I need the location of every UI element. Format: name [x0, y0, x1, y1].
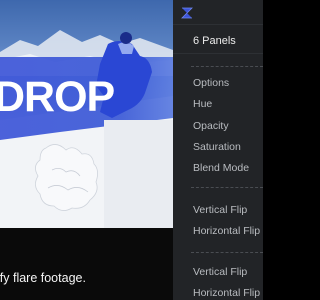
video-preview: DROP [0, 0, 173, 228]
header-separator [173, 24, 263, 25]
section-divider [191, 66, 263, 67]
panel-count-title: 6 Panels [193, 35, 236, 47]
section-divider [191, 252, 263, 253]
menu-item-blend-mode[interactable]: Blend Mode [193, 162, 249, 174]
menu-item-options[interactable]: Options [193, 77, 229, 89]
drop-title-text: DROP [0, 73, 115, 121]
menu-item-vertical-flip-2[interactable]: Vertical Flip [193, 266, 247, 278]
menu-item-hue[interactable]: Hue [193, 98, 212, 110]
menu-item-horizontal-flip[interactable]: Horizontal Flip [193, 225, 260, 237]
preview-caption: ify flare footage. [0, 271, 86, 285]
menu-item-saturation[interactable]: Saturation [193, 141, 241, 153]
section-divider [191, 187, 263, 188]
menu-item-opacity[interactable]: Opacity [193, 120, 229, 132]
caption-area [0, 228, 173, 300]
menu-item-vertical-flip[interactable]: Vertical Flip [193, 204, 247, 216]
menu-item-horizontal-flip-2[interactable]: Horizontal Flip [193, 287, 260, 299]
panel-header [173, 0, 263, 24]
hourglass-logo-icon[interactable] [181, 7, 193, 19]
title-separator [173, 53, 263, 54]
effects-panel: 6 Panels Options Hue Opacity Saturation … [173, 0, 263, 300]
